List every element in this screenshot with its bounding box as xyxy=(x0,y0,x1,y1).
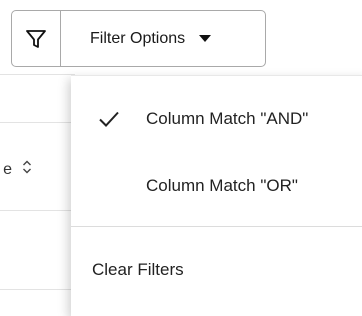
filter-funnel-icon xyxy=(26,29,46,48)
filter-button-group: Filter Options xyxy=(11,10,266,67)
menu-divider xyxy=(71,226,362,227)
menu-item-column-match-or[interactable]: Column Match "OR" xyxy=(71,171,362,201)
column-header-label: e xyxy=(3,160,12,178)
menu-item-label: Column Match "AND" xyxy=(146,109,309,128)
checkmark-icon xyxy=(71,110,146,128)
caret-down-icon xyxy=(199,35,212,42)
sort-updown-icon[interactable] xyxy=(22,160,32,179)
table-divider xyxy=(0,122,75,123)
table-divider xyxy=(0,74,75,75)
menu-item-column-match-and[interactable]: Column Match "AND" xyxy=(71,104,362,134)
clear-filters-label: Clear Filters xyxy=(92,260,184,279)
table-divider xyxy=(0,289,75,290)
filter-options-menu: Column Match "AND" Column Match "OR" Cle… xyxy=(71,75,362,316)
table-divider xyxy=(0,210,75,211)
clear-filters-button[interactable]: Clear Filters xyxy=(71,255,362,285)
filter-options-dropdown-button[interactable]: Filter Options xyxy=(61,11,265,66)
menu-item-label: Column Match "OR" xyxy=(146,176,298,195)
filter-icon-button[interactable] xyxy=(12,11,61,66)
filter-options-label: Filter Options xyxy=(90,29,186,47)
column-header[interactable]: e xyxy=(0,160,32,179)
